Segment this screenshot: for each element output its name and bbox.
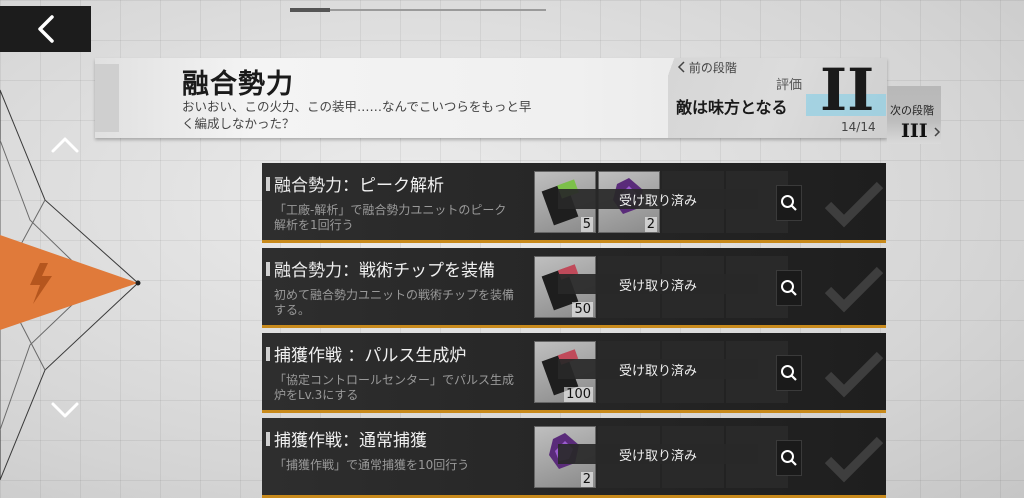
claimed-status: 受け取り済み (558, 189, 758, 209)
claimed-status: 受け取り済み (558, 359, 758, 379)
item-count: 5 (580, 217, 593, 232)
checkmark-icon (824, 181, 884, 228)
search-icon (781, 280, 797, 296)
detail-button[interactable] (776, 270, 802, 306)
prev-stage-button[interactable]: 前の段階 (677, 59, 737, 76)
back-button[interactable] (0, 6, 91, 52)
chevron-up-icon[interactable] (50, 134, 80, 154)
top-progress-line (290, 8, 546, 12)
checkmark-icon (824, 351, 884, 398)
task-marker (266, 177, 270, 191)
search-icon (781, 450, 797, 466)
search-icon (781, 195, 797, 211)
task-description: 「工廠-解析」で融合勢力ユニットのピーク解析を1回行う (274, 203, 507, 232)
task-title: 捕獲作戦 ：パルス生成炉 (274, 346, 467, 366)
chevron-left-small-icon (677, 61, 685, 73)
page-description: おいおい、この火力、この装甲……なんでこいつらをもっと早く編成しなかった？ (182, 99, 532, 131)
progress-count: 14/14 (841, 120, 876, 134)
chevron-right-icon (934, 127, 941, 137)
item-count: 2 (580, 472, 593, 487)
task-title: 融合勢力：ピーク解析 (274, 176, 444, 196)
checkmark-icon (824, 266, 884, 313)
detail-button[interactable] (776, 355, 802, 391)
eval-roman-numeral: II (820, 56, 875, 124)
checkmark-icon (824, 436, 884, 483)
item-count: 100 (564, 387, 593, 402)
banner-stripe (95, 64, 119, 132)
task-row: 捕獲作戦：通常捕獲 「捕獲作戦」で通常捕獲を10回行う 2 受け取り済み (262, 418, 886, 498)
item-count: 50 (572, 302, 593, 317)
eval-stage-name: 敵は味方となる (676, 98, 788, 117)
task-row: 捕獲作戦 ：パルス生成炉 「協定コントロールセンター」でパルス生成炉をLv.3に… (262, 333, 886, 413)
eval-label: 評価 (776, 78, 803, 93)
task-title: 捕獲作戦：通常捕獲 (274, 431, 427, 451)
detail-button[interactable] (776, 185, 802, 221)
task-marker (266, 347, 270, 361)
claimed-status: 受け取り済み (558, 444, 758, 464)
detail-button[interactable] (776, 440, 802, 476)
next-stage-label: 次の段階 (890, 104, 934, 117)
task-marker (266, 262, 270, 276)
task-description: 初めて融合勢力ユニットの戦術チップを装備する。 (274, 288, 515, 317)
search-icon (781, 365, 797, 381)
prev-stage-label: 前の段階 (688, 61, 737, 75)
page-title: 融合勢力 (182, 69, 294, 100)
task-title: 融合勢力：戦術チップを装備 (274, 261, 495, 281)
claimed-status: 受け取り済み (558, 274, 758, 294)
task-row: 融合勢力：戦術チップを装備 初めて融合勢力ユニットの戦術チップを装備する。 50… (262, 248, 886, 328)
next-stage-roman: III (901, 120, 928, 142)
task-marker (266, 432, 270, 446)
chevron-down-icon[interactable] (50, 400, 80, 420)
task-row: 融合勢力：ピーク解析 「工廠-解析」で融合勢力ユニットのピーク解析を1回行う 5… (262, 163, 886, 243)
item-count: 2 (644, 217, 657, 232)
task-description: 「捕獲作戦」で通常捕獲を10回行う (274, 458, 470, 472)
chevron-left-icon (37, 15, 54, 43)
task-description: 「協定コントロールセンター」でパルス生成炉をLv.3にする (274, 373, 515, 402)
